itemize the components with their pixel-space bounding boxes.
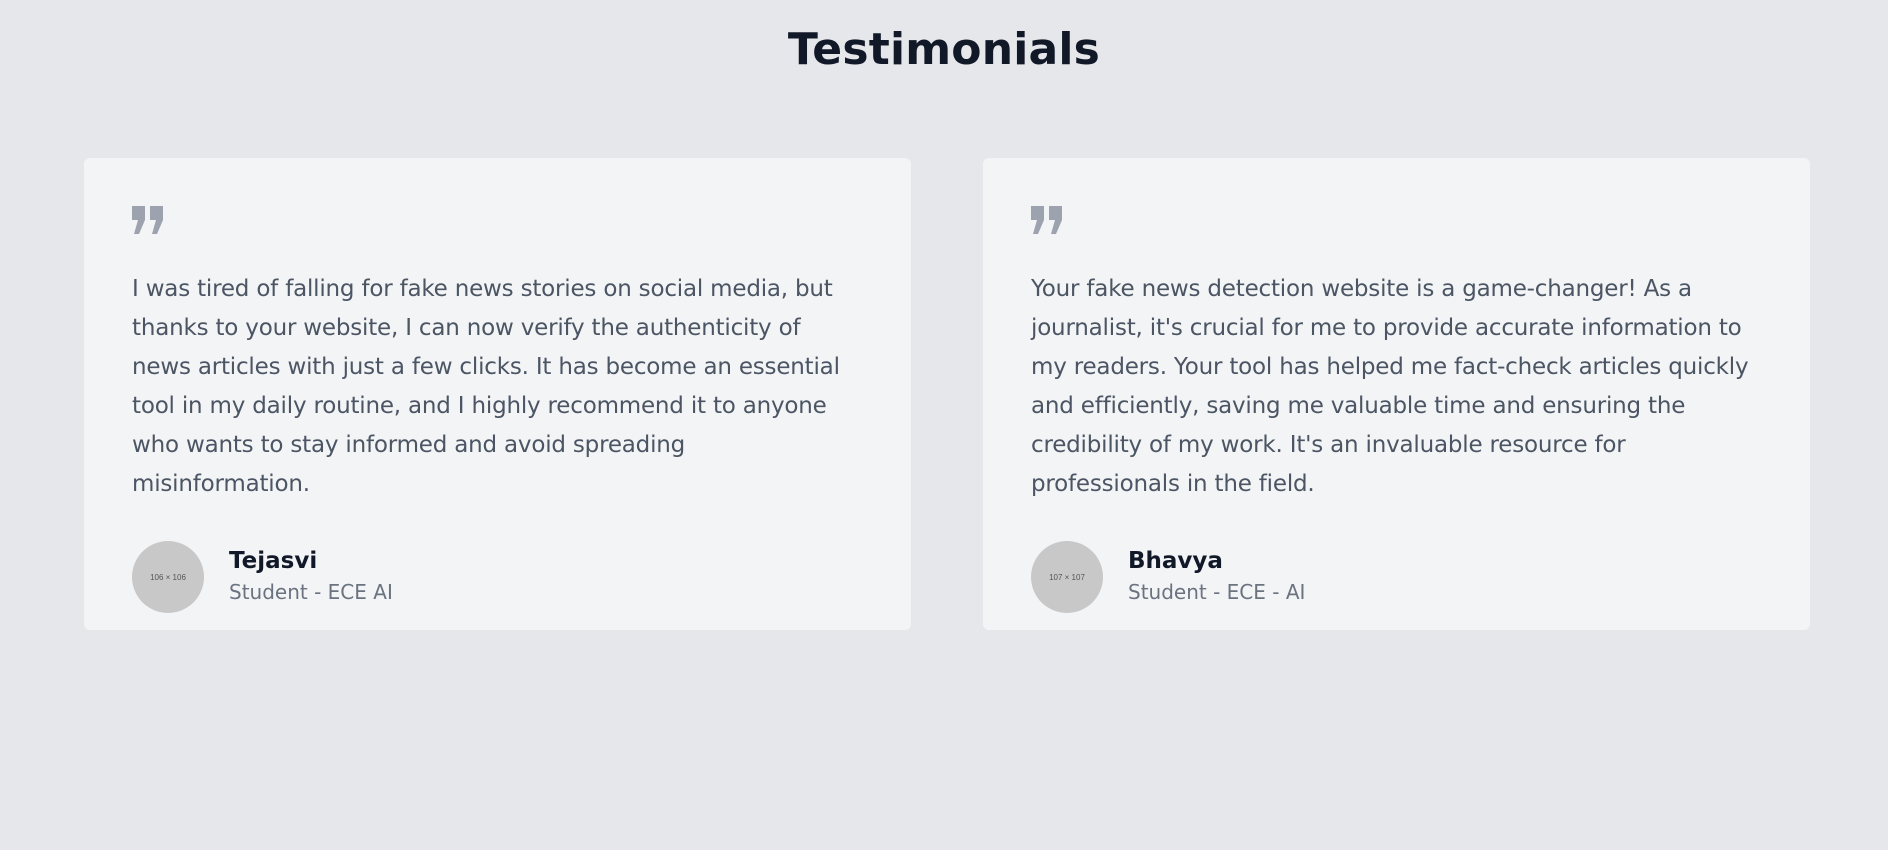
testimonial-card: Your fake news detection website is a ga… bbox=[983, 158, 1810, 630]
avatar: 107 × 107 bbox=[1031, 541, 1103, 613]
quote-icon bbox=[132, 206, 163, 234]
author-name: Tejasvi bbox=[229, 548, 318, 574]
author-info: Bhavya Student - ECE - AI bbox=[1128, 546, 1305, 608]
testimonials-page: Testimonials I was tired of falling for … bbox=[0, 0, 1888, 850]
testimonial-author: 106 × 106 Tejasvi Student - ECE AI bbox=[132, 541, 863, 613]
testimonials-list: I was tired of falling for fake news sto… bbox=[84, 158, 1811, 630]
testimonial-text: I was tired of falling for fake news sto… bbox=[132, 276, 840, 497]
avatar: 106 × 106 bbox=[132, 541, 204, 613]
page-title: Testimonials bbox=[787, 24, 1101, 75]
author-role: Student - ECE AI bbox=[229, 580, 393, 604]
testimonial-card: I was tired of falling for fake news sto… bbox=[84, 158, 911, 630]
quote-icon bbox=[1031, 206, 1062, 234]
author-role: Student - ECE - AI bbox=[1128, 580, 1306, 604]
author-name: Bhavya bbox=[1128, 548, 1223, 574]
testimonial-text: Your fake news detection website is a ga… bbox=[1031, 276, 1749, 497]
testimonial-author: 107 × 107 Bhavya Student - ECE - AI bbox=[1031, 541, 1762, 613]
author-info: Tejasvi Student - ECE AI bbox=[229, 546, 393, 608]
